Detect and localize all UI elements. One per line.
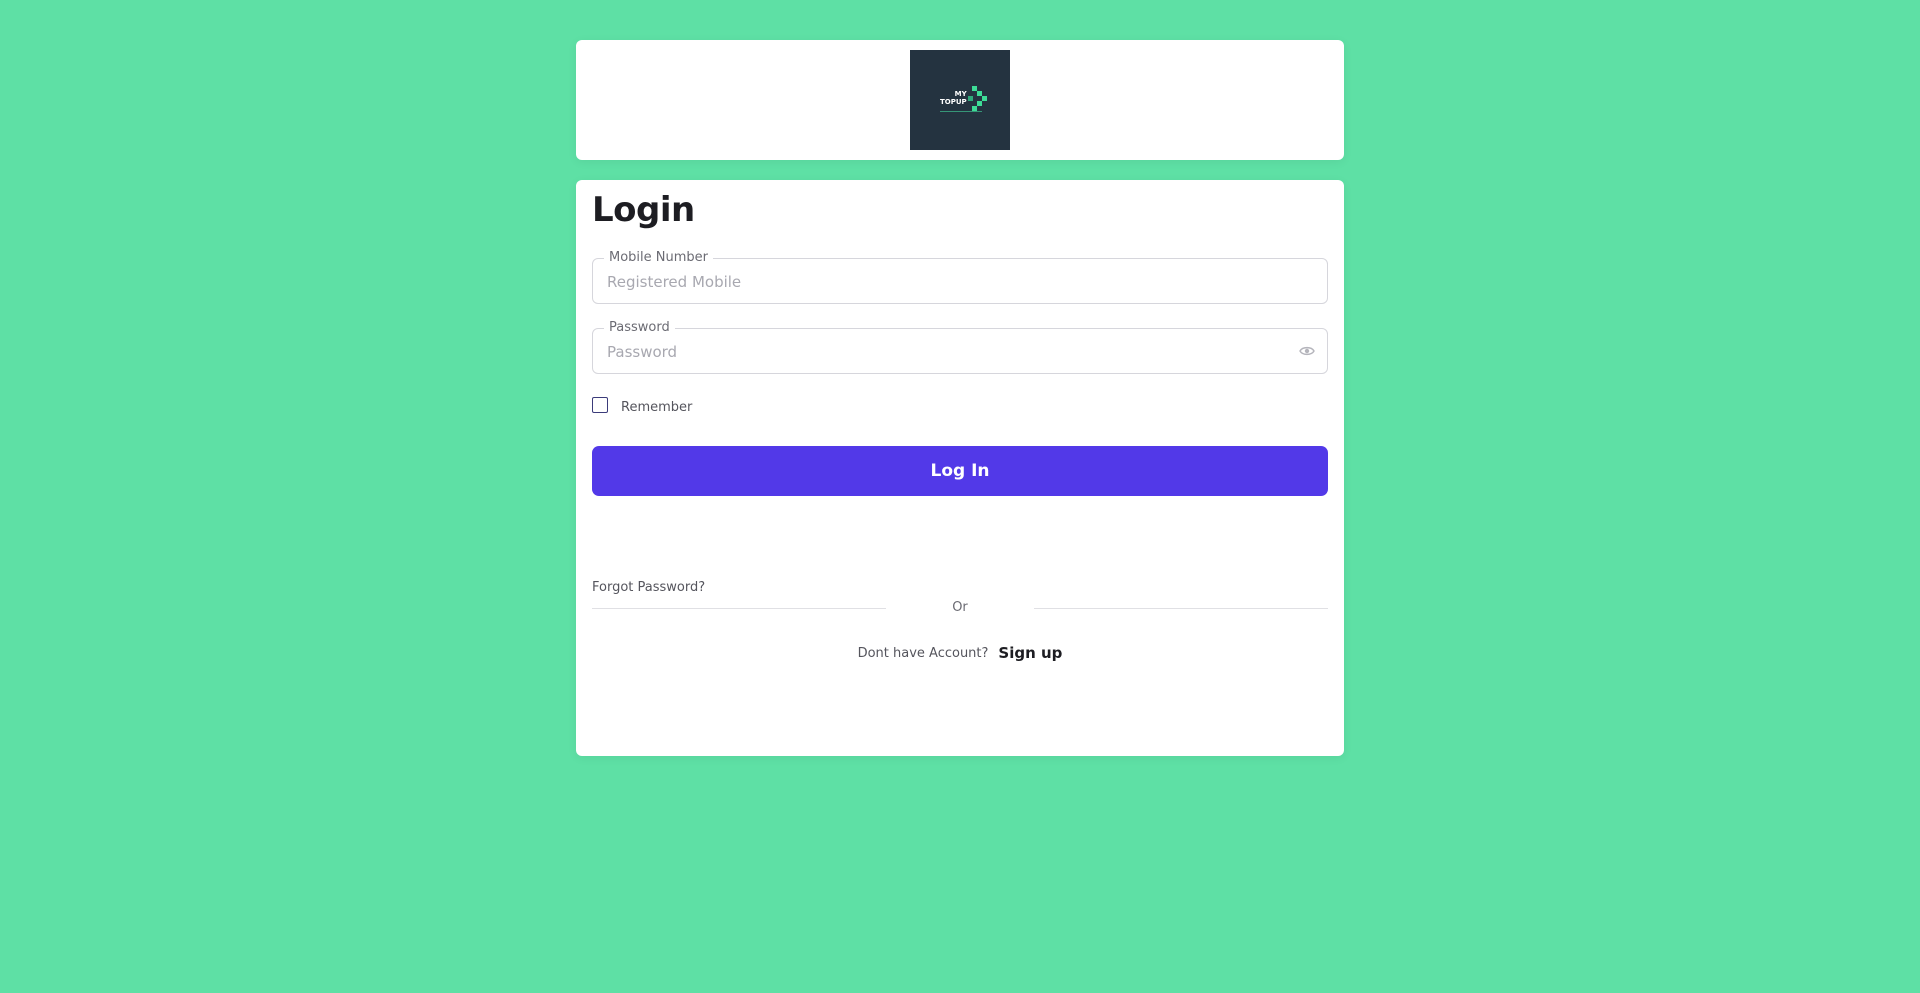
remember-checkbox[interactable] (592, 397, 608, 413)
signup-link[interactable]: Sign up (998, 644, 1062, 662)
mobile-number-input[interactable] (607, 271, 1287, 293)
mobile-number-field: Mobile Number (592, 250, 1328, 304)
logo-wordmark: MY TOPUP (940, 90, 967, 106)
logo-card: MY TOPUP (576, 40, 1344, 160)
login-button[interactable]: Log In (592, 446, 1328, 496)
signup-row: Dont have Account? Sign up (576, 644, 1344, 662)
logo-line-2: TOPUP (940, 98, 967, 106)
divider-right (1034, 608, 1328, 609)
no-account-text: Dont have Account? (857, 645, 989, 661)
eye-icon[interactable] (1299, 344, 1315, 358)
remember-row: Remember (592, 396, 692, 416)
logo-line-1: MY (954, 90, 967, 98)
divider-left (592, 608, 886, 609)
brand-logo: MY TOPUP (910, 50, 1010, 150)
password-input[interactable] (607, 341, 1287, 363)
login-card: Login Mobile Number Password Remember Lo… (576, 180, 1344, 756)
password-label: Password (604, 320, 675, 336)
remember-label: Remember (621, 399, 693, 415)
logo-tagline-bar (940, 111, 982, 112)
forgot-password-link[interactable]: Forgot Password? (592, 580, 705, 595)
password-field: Password (592, 320, 1328, 374)
divider-or: Or (952, 600, 968, 615)
mobile-number-label: Mobile Number (604, 250, 713, 266)
page-title: Login (592, 190, 695, 230)
logo-mark-icon (968, 86, 987, 111)
